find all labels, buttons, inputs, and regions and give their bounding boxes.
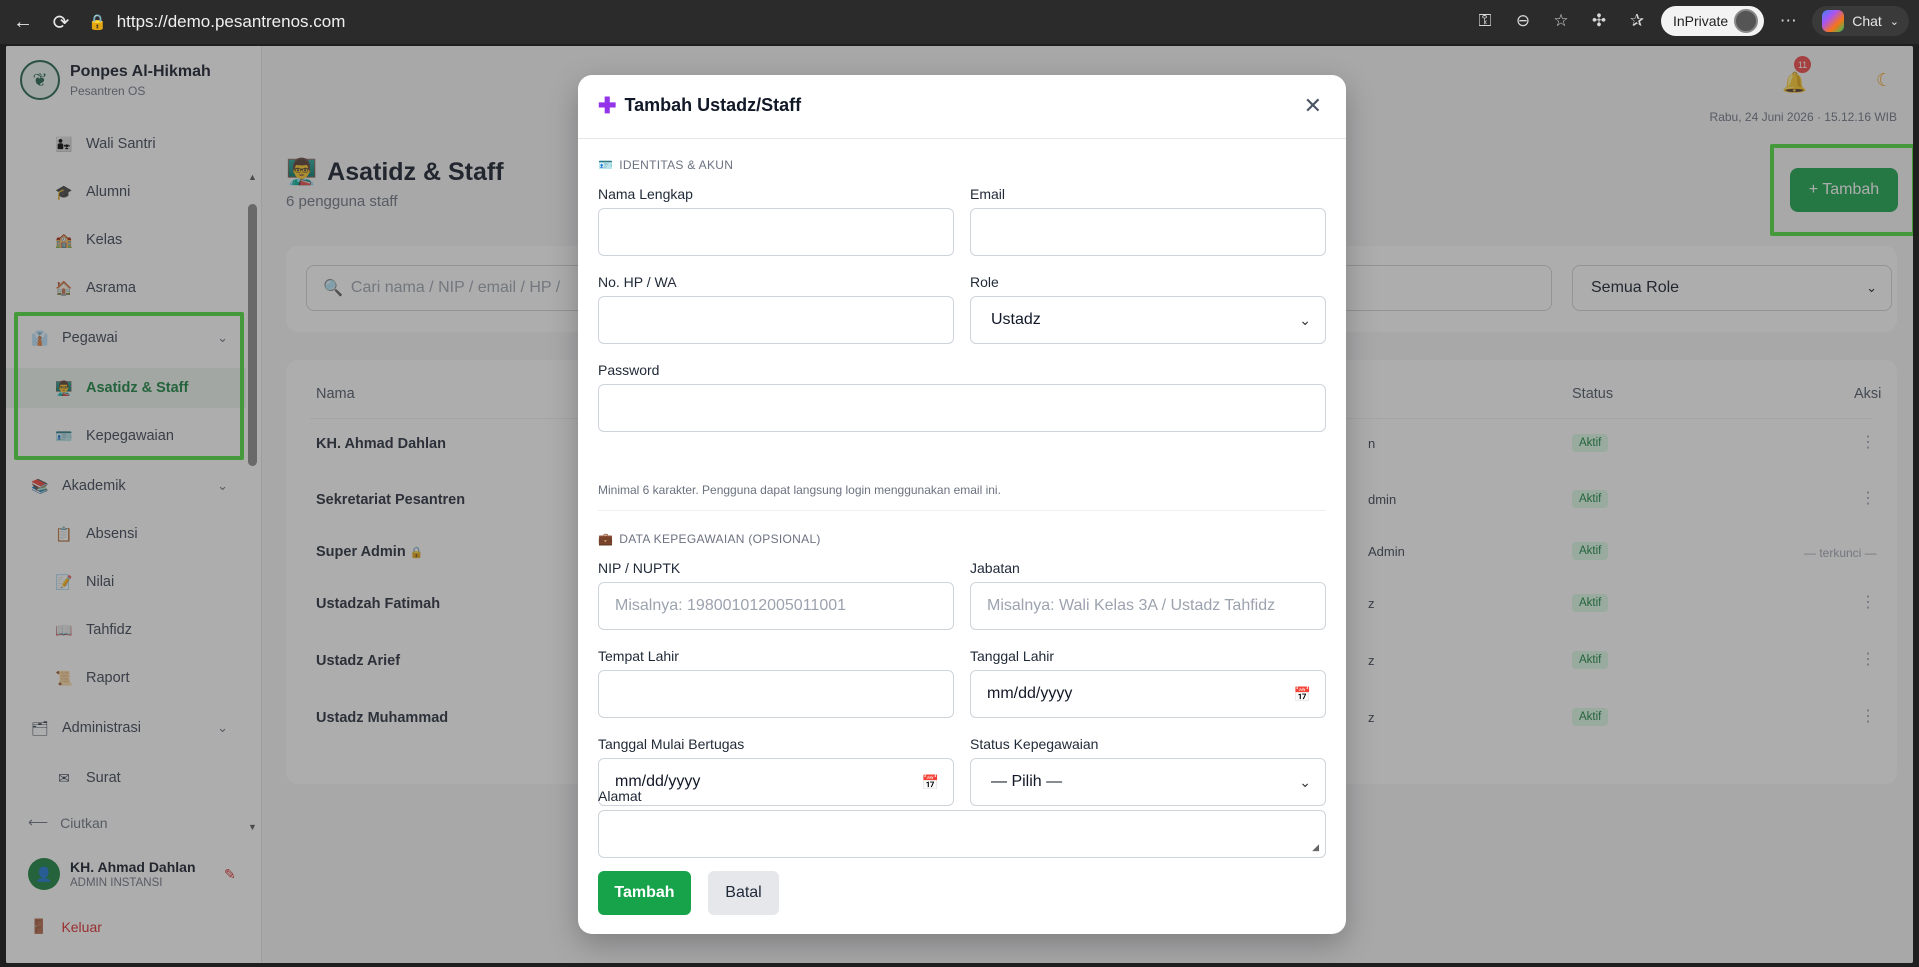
favorite-star-icon[interactable]: ☆ — [1547, 7, 1575, 35]
back-icon[interactable]: ← — [6, 5, 40, 39]
add-staff-modal: ✚ Tambah Ustadz/Staff ✕ 🪪 IDENTITAS & AK… — [578, 75, 1346, 934]
address-label: Alamat — [598, 788, 642, 804]
start-date-label: Tanggal Mulai Bertugas — [598, 736, 745, 752]
inprivate-label: InPrivate — [1672, 13, 1729, 29]
birth-date-input[interactable]: mm/dd/yyyy 📅 — [970, 670, 1326, 718]
section-identity-label: IDENTITAS & AKUN — [619, 158, 734, 172]
calendar-icon[interactable]: 📅 — [1294, 686, 1311, 703]
password-hint: Minimal 6 karakter. Pengguna dapat langs… — [598, 483, 1001, 497]
birth-date-label: Tanggal Lahir — [970, 648, 1055, 664]
section-divider — [598, 510, 1326, 511]
modal-title: ✚ Tambah Ustadz/Staff — [598, 92, 802, 118]
app-window: ❦ Ponpes Al-Hikmah Pesantren OS 👨‍👧 Wali … — [6, 46, 1913, 963]
nip-label: NIP / NUPTK — [598, 560, 681, 576]
position-input[interactable]: Misalnya: Wali Kelas 3A / Ustadz Tahfidz — [970, 582, 1326, 630]
copilot-icon — [1822, 10, 1845, 32]
role-select[interactable]: Ustadz ⌄ — [970, 296, 1326, 344]
phone-label: No. HP / WA — [598, 274, 677, 290]
password-label: Password — [598, 362, 660, 378]
password-input[interactable] — [598, 384, 1326, 432]
chevron-down-icon: ⌄ — [1299, 311, 1311, 328]
copilot-chat-button[interactable]: Chat ⌄ — [1812, 6, 1909, 36]
modal-header: ✚ Tambah Ustadz/Staff ✕ — [578, 75, 1346, 139]
employment-status-select[interactable]: — Pilih — ⌄ — [970, 758, 1326, 806]
role-select-value: Ustadz — [991, 311, 1041, 328]
section-employment-label: DATA KEPEGAWAIAN (OPSIONAL) — [619, 532, 821, 546]
cancel-button[interactable]: Batal — [708, 871, 779, 915]
chevron-down-icon: ⌄ — [1889, 15, 1899, 28]
briefcase-icon: 💼 — [598, 532, 614, 546]
modal-title-text: Tambah Ustadz/Staff — [624, 95, 802, 115]
inprivate-button[interactable]: InPrivate — [1660, 6, 1765, 36]
url-text: https://demo.pesantrenos.com — [116, 12, 346, 31]
id-badge-icon: 🪪 — [598, 158, 614, 172]
zoom-icon[interactable]: ⊖ — [1509, 7, 1537, 35]
employment-status-label: Status Kepegawaian — [970, 736, 1099, 752]
position-label: Jabatan — [970, 560, 1020, 576]
email-field[interactable] — [970, 208, 1326, 256]
submit-button[interactable]: Tambah — [598, 871, 691, 915]
resize-handle-icon[interactable]: ◢ — [1312, 842, 1319, 853]
birth-date-value: mm/dd/yyyy — [987, 685, 1073, 702]
address-textarea[interactable]: ◢ — [598, 810, 1326, 858]
section-identity: 🪪 IDENTITAS & AKUN — [598, 158, 733, 172]
close-icon[interactable]: ✕ — [1304, 93, 1322, 119]
calendar-icon[interactable]: 📅 — [922, 774, 939, 791]
chevron-down-icon: ⌄ — [1299, 773, 1311, 790]
chat-label: Chat — [1852, 13, 1882, 29]
birth-place-input[interactable] — [598, 670, 954, 718]
phone-input[interactable] — [598, 296, 954, 344]
site-info-icon[interactable]: 🔒 — [88, 13, 107, 31]
refresh-icon[interactable]: ⟳ — [44, 5, 78, 39]
employment-status-value: — Pilih — — [991, 773, 1063, 790]
key-icon[interactable]: ⚿ — [1471, 7, 1499, 35]
address-bar[interactable]: 🔒 https://demo.pesantrenos.com — [88, 6, 345, 38]
section-employment: 💼 DATA KEPEGAWAIAN (OPSIONAL) — [598, 532, 821, 546]
email-label: Email — [970, 186, 1006, 202]
favorites-icon[interactable]: ✰ — [1623, 7, 1651, 35]
full-name-label: Nama Lengkap — [598, 186, 693, 202]
profile-avatar — [1734, 9, 1759, 33]
start-date-input[interactable]: mm/dd/yyyy 📅 — [598, 758, 954, 806]
nip-input[interactable]: Misalnya: 198001012005011001 — [598, 582, 954, 630]
extensions-icon[interactable]: ✣ — [1585, 7, 1613, 35]
more-options-icon[interactable]: ⋯ — [1774, 7, 1802, 35]
role-label: Role — [970, 274, 999, 290]
plus-icon: ✚ — [598, 92, 617, 118]
browser-toolbar: ← ⟳ 🔒 https://demo.pesantrenos.com ⚿ ⊖ ☆… — [0, 0, 1919, 44]
full-name-input[interactable] — [598, 208, 954, 256]
birth-place-label: Tempat Lahir — [598, 648, 679, 664]
